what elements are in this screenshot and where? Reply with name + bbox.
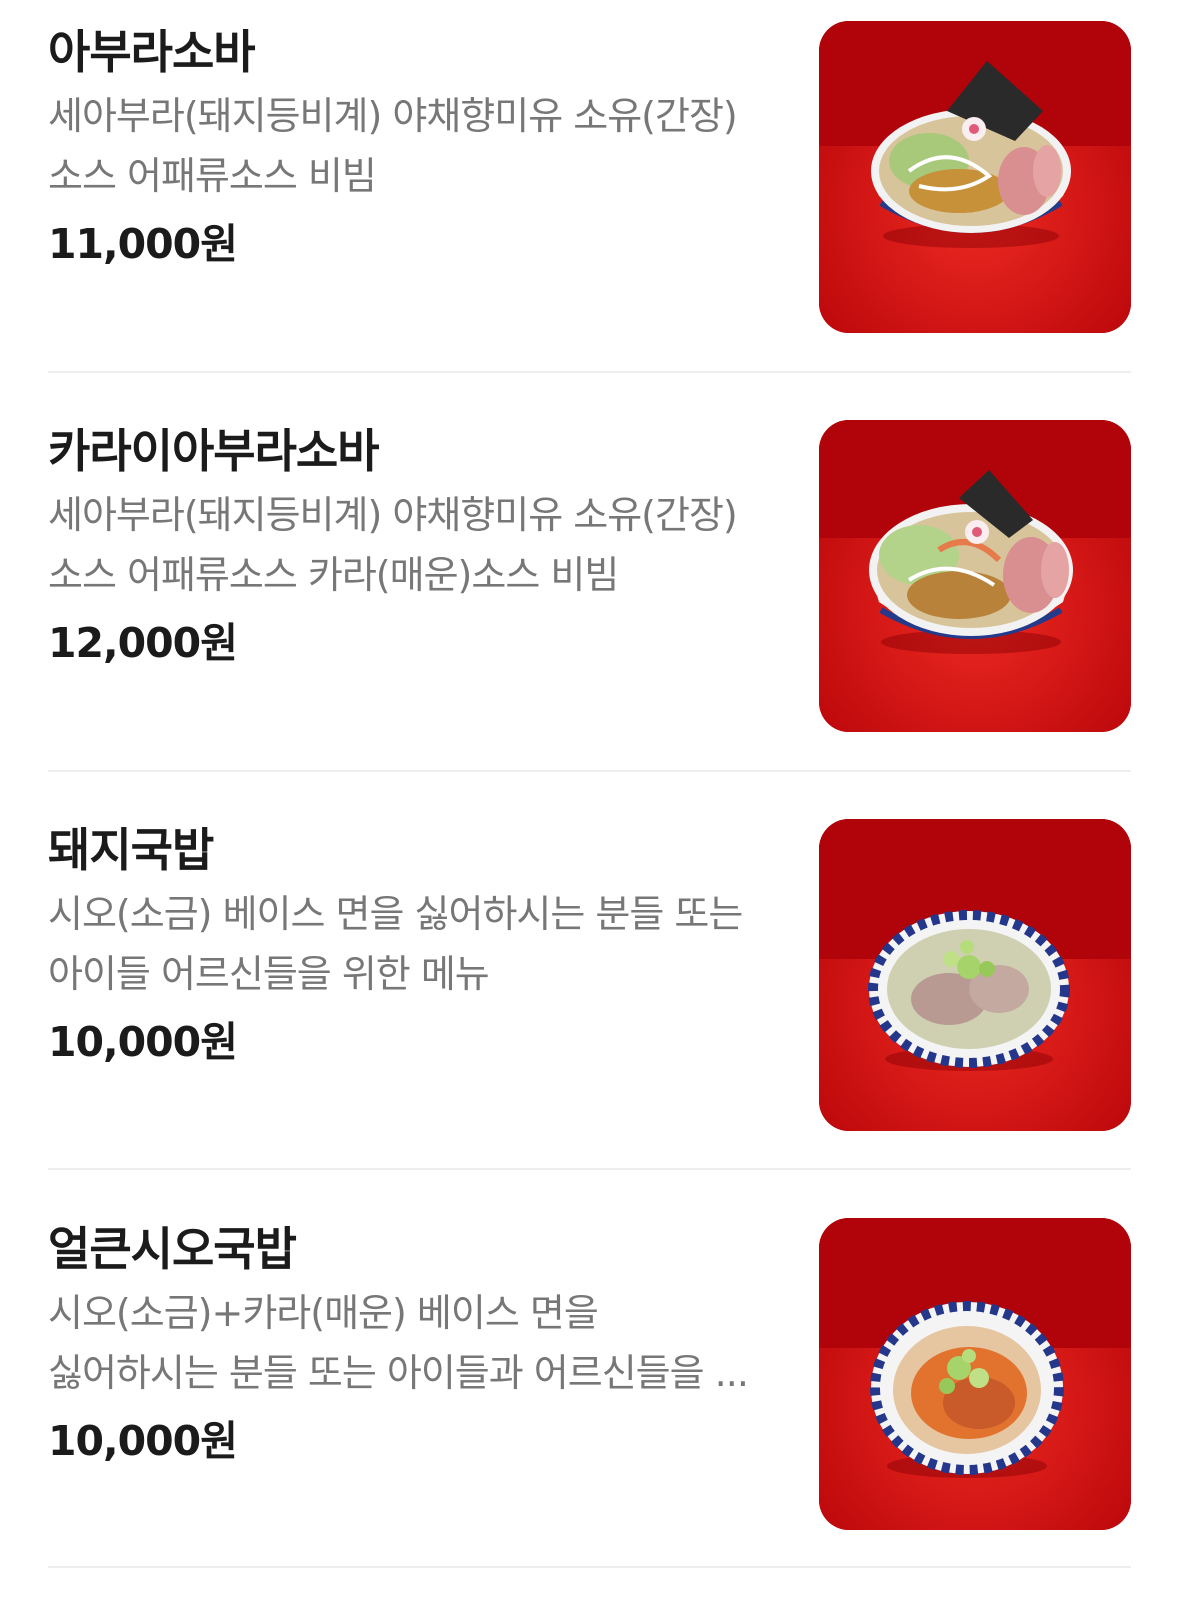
menu-item-description: 시오(소금) 베이스 면을 싫어하시는 분들 또는 아이들 어르신들을 위한 메… xyxy=(48,892,743,996)
karai-aburasoba-bowl-image xyxy=(819,420,1131,732)
menu-item[interactable]: 얼큰시오국밥 시오(소금)+카라(매운) 베이스 면을 싫어하시는 분들 또는 … xyxy=(48,1197,1131,1530)
menu-list: 아부라소바 세아부라(돼지등비계) 야채향미유 소유(간장)소스 어패류소스 비… xyxy=(0,0,1179,1616)
menu-item-description: 세아부라(돼지등비계) 야채향미유 소유(간장)소스 어패류소스 비빔 xyxy=(48,94,738,198)
menu-item-text: 아부라소바 세아부라(돼지등비계) 야채향미유 소유(간장)소스 어패류소스 비… xyxy=(48,22,768,274)
pork-gukbap-bowl-image xyxy=(819,819,1131,1131)
menu-item-description: 세아부라(돼지등비계) 야채향미유 소유(간장)소스 어패류소스 카라(매운)소… xyxy=(48,493,738,597)
menu-item-photo[interactable] xyxy=(819,819,1131,1131)
menu-item-price: 11,000원 xyxy=(48,220,238,268)
divider xyxy=(48,1566,1131,1568)
divider xyxy=(48,371,1131,373)
menu-item-description: 시오(소금)+카라(매운) 베이스 면을 싫어하시는 분들 또는 아이들과 어르… xyxy=(48,1291,749,1395)
menu-item-photo[interactable] xyxy=(819,1218,1131,1530)
menu-item-text: 얼큰시오국밥 시오(소금)+카라(매운) 베이스 면을 싫어하시는 분들 또는 … xyxy=(48,1219,768,1471)
spicy-shio-gukbap-bowl-image xyxy=(819,1218,1131,1530)
menu-item-photo[interactable] xyxy=(819,21,1131,333)
menu-item[interactable]: 돼지국밥 시오(소금) 베이스 면을 싫어하시는 분들 또는 아이들 어르신들을… xyxy=(48,798,1131,1131)
aburasoba-bowl-image xyxy=(819,21,1131,333)
menu-item-name: 얼큰시오국밥 xyxy=(48,1222,297,1276)
menu-item-name: 돼지국밥 xyxy=(48,823,214,877)
menu-item[interactable]: 카라이아부라소바 세아부라(돼지등비계) 야채향미유 소유(간장)소스 어패류소… xyxy=(48,399,1131,732)
menu-item[interactable]: 아부라소바 세아부라(돼지등비계) 야채향미유 소유(간장)소스 어패류소스 비… xyxy=(48,0,1131,333)
menu-item-text: 카라이아부라소바 세아부라(돼지등비계) 야채향미유 소유(간장)소스 어패류소… xyxy=(48,421,768,673)
divider xyxy=(48,1168,1131,1170)
menu-item-photo[interactable] xyxy=(819,420,1131,732)
divider xyxy=(48,770,1131,772)
menu-item-price: 12,000원 xyxy=(48,619,238,667)
menu-item-price: 10,000원 xyxy=(48,1018,238,1066)
menu-item-name: 카라이아부라소바 xyxy=(48,424,380,478)
menu-item-price: 10,000원 xyxy=(48,1417,238,1465)
menu-item-text: 돼지국밥 시오(소금) 베이스 면을 싫어하시는 분들 또는 아이들 어르신들을… xyxy=(48,820,768,1072)
menu-item-name: 아부라소바 xyxy=(48,25,256,79)
